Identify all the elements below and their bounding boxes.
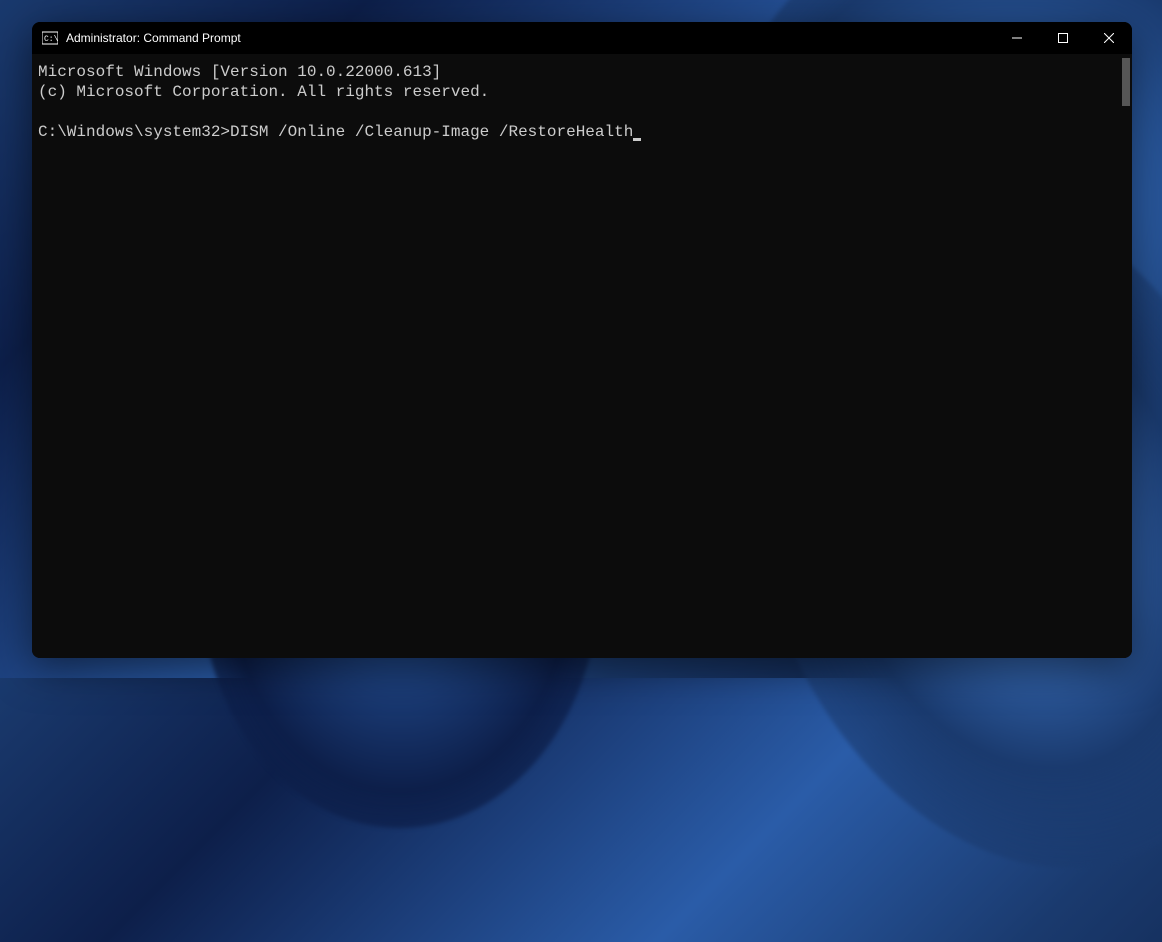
svg-text:C:\: C:\ [44, 35, 58, 44]
minimize-button[interactable] [994, 22, 1040, 54]
terminal-prompt: C:\Windows\system32> [38, 123, 230, 141]
maximize-button[interactable] [1040, 22, 1086, 54]
titlebar-left: C:\ Administrator: Command Prompt [42, 30, 241, 46]
terminal-command: DISM /Online /Cleanup-Image /RestoreHeal… [230, 123, 633, 141]
close-button[interactable] [1086, 22, 1132, 54]
cursor [633, 138, 641, 141]
terminal-body[interactable]: Microsoft Windows [Version 10.0.22000.61… [32, 54, 1132, 658]
titlebar[interactable]: C:\ Administrator: Command Prompt [32, 22, 1132, 54]
terminal-line: (c) Microsoft Corporation. All rights re… [38, 83, 489, 101]
window-title: Administrator: Command Prompt [66, 31, 241, 45]
command-prompt-window: C:\ Administrator: Command Prompt Micros… [32, 22, 1132, 658]
terminal-line: Microsoft Windows [Version 10.0.22000.61… [38, 63, 441, 81]
terminal-content: Microsoft Windows [Version 10.0.22000.61… [38, 62, 1132, 142]
window-controls [994, 22, 1132, 54]
cmd-icon: C:\ [42, 30, 58, 46]
scrollbar-thumb[interactable] [1122, 58, 1130, 106]
